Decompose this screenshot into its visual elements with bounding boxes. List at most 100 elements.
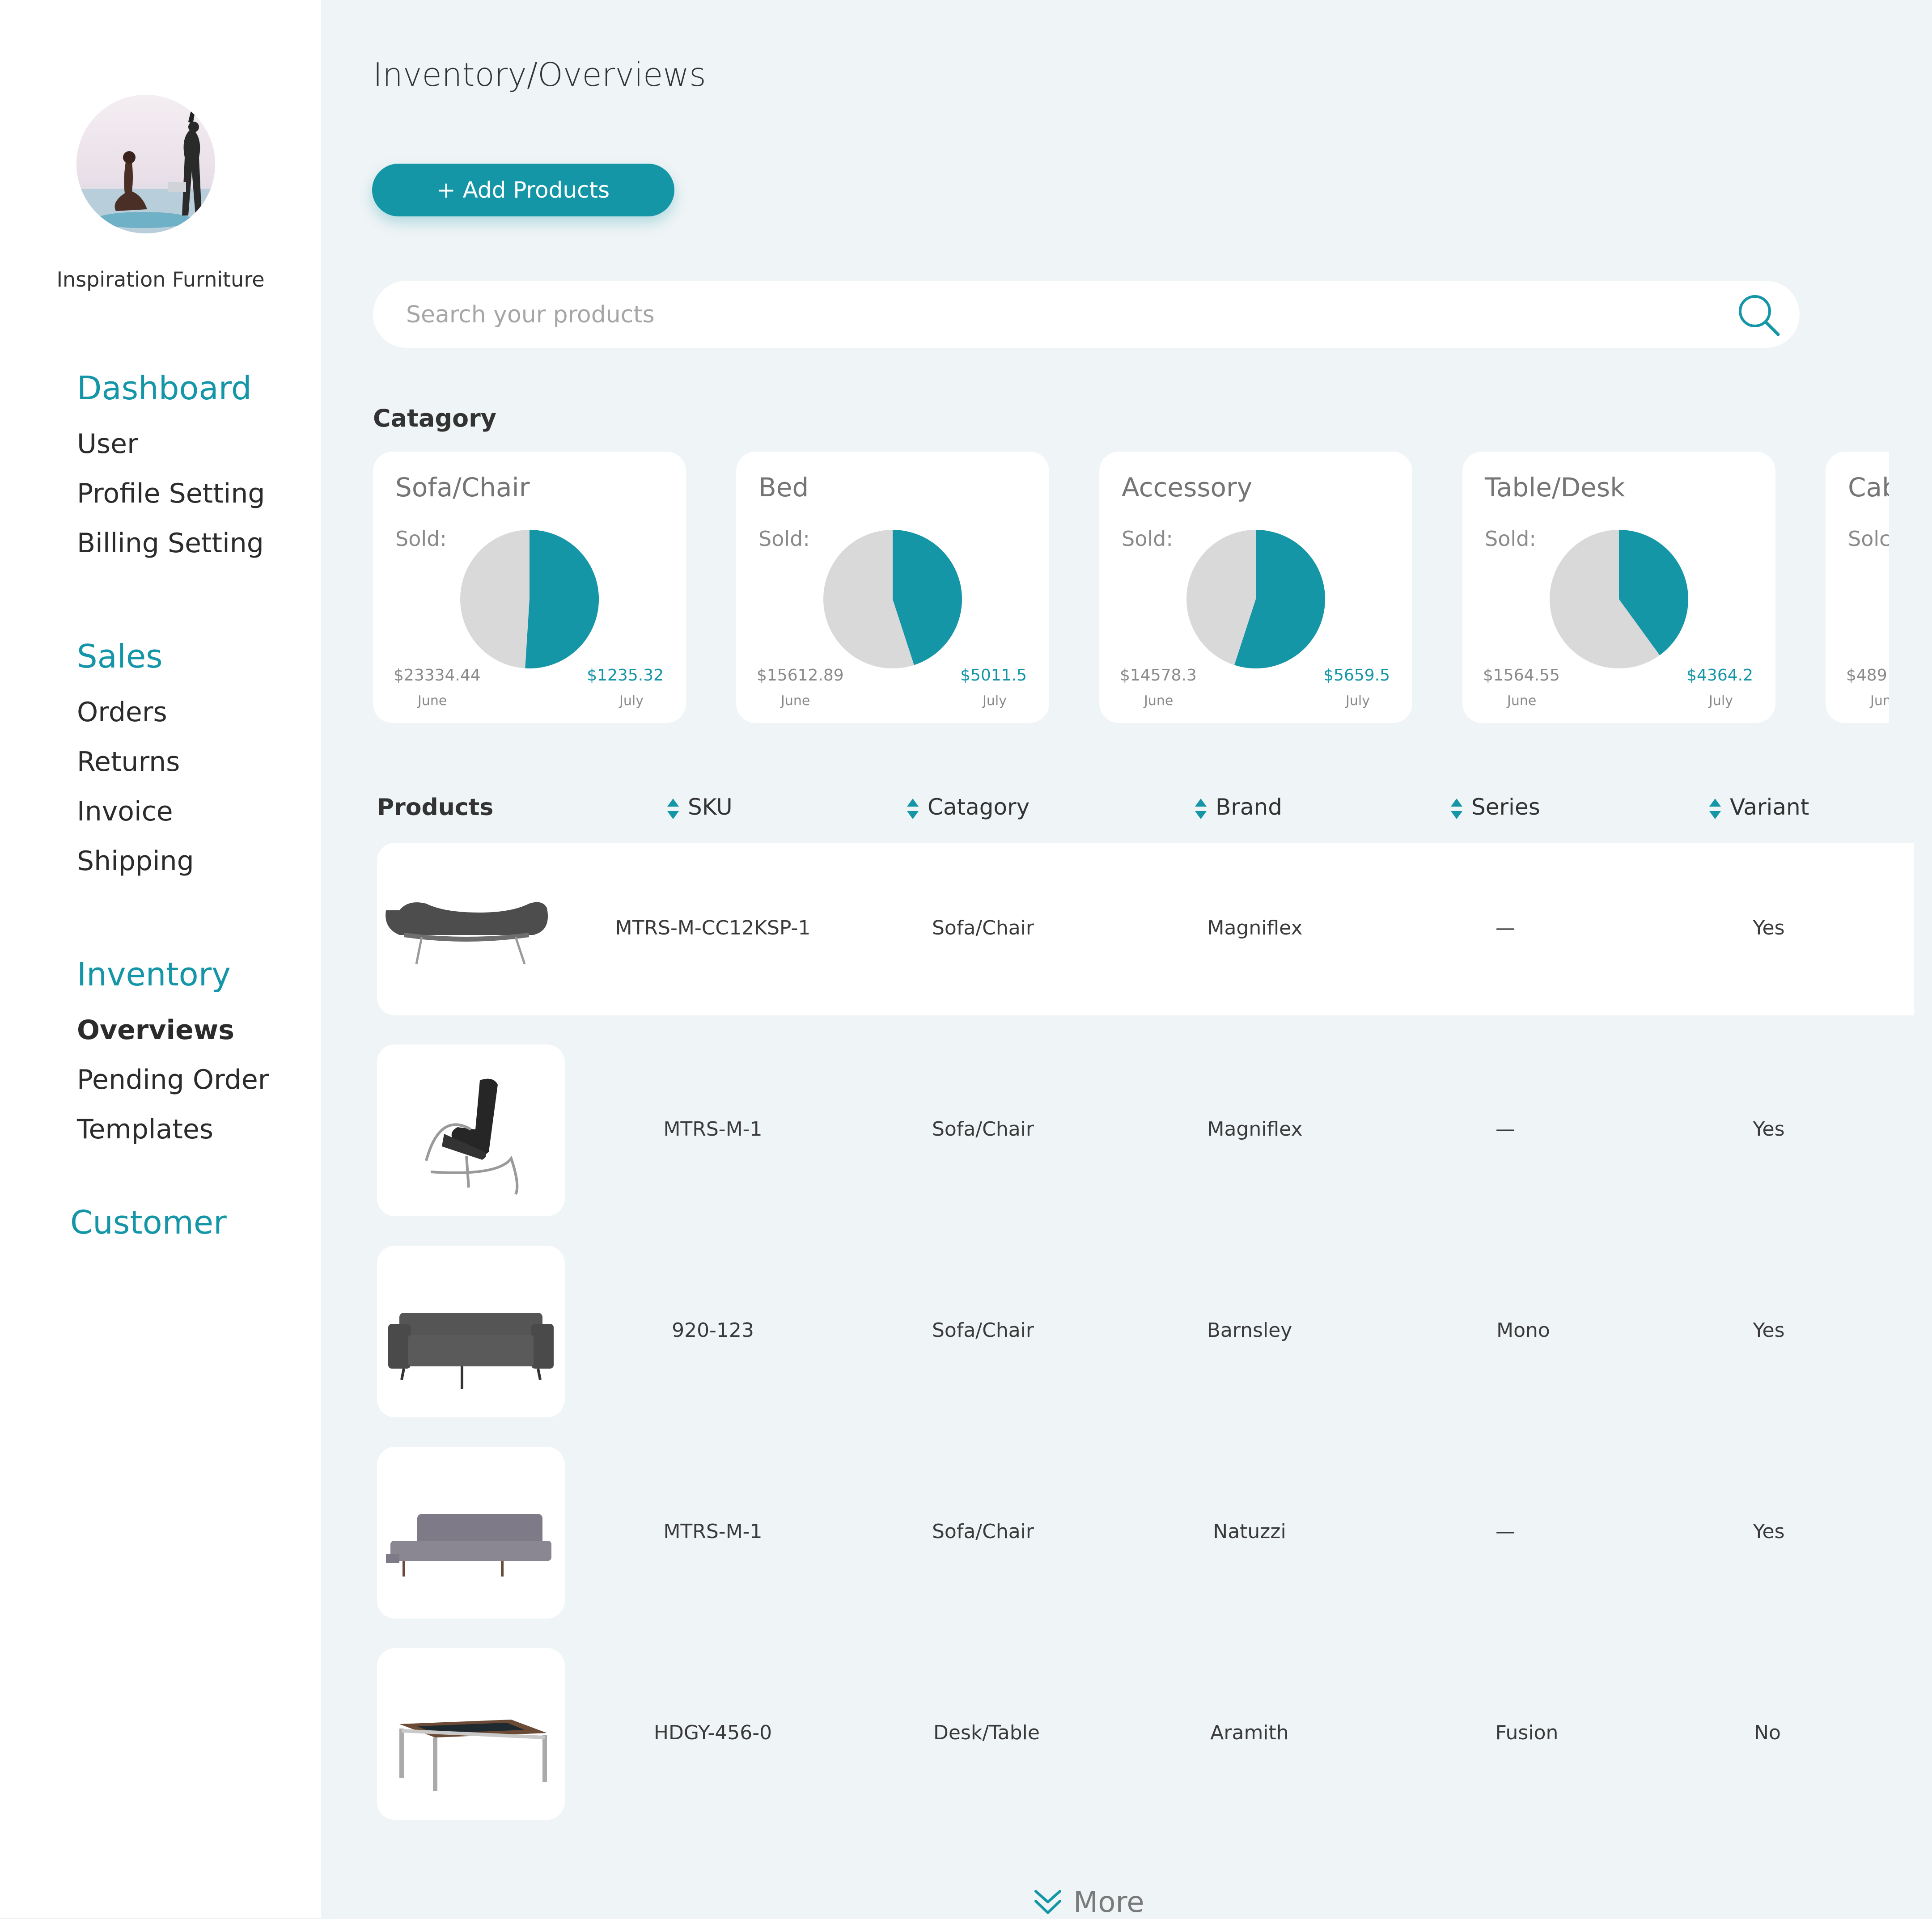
july-value: $4364.2 [1686,666,1753,685]
cell-category: Sofa/Chair [932,1520,1034,1543]
nav-item-overviews[interactable]: Overviews [77,1014,234,1046]
june-label: June [1507,693,1537,709]
sort-icon[interactable] [1450,798,1463,820]
nav-item-profile-setting[interactable]: Profile Setting [77,478,265,509]
sales-pie-chart [1550,530,1688,668]
category-card[interactable]: Bed Sold: $15612.89 $5011.5 June July [736,452,1049,723]
col-header-variant[interactable]: Variant [1708,794,1809,820]
cell-brand: Magniflex [1207,1118,1303,1141]
sold-label: Solc [1848,527,1889,551]
col-header-brand[interactable]: Brand [1194,794,1282,820]
cell-series: — [1496,917,1515,939]
cell-brand: Barnsley [1207,1319,1292,1342]
cell-brand: Aramith [1210,1721,1289,1744]
store-avatar[interactable] [76,95,215,233]
nav-item-user[interactable]: User [77,428,138,460]
june-value: $489 [1846,666,1887,685]
category-card[interactable]: Cab Solc $489 Jun [1826,452,1889,723]
category-card[interactable]: Accessory Sold: $14578.3 $5659.5 June Ju… [1099,452,1412,723]
modern-sofa-icon [386,902,548,964]
cell-brand: Magniflex [1207,917,1303,939]
pool-dining-table-icon [399,1720,547,1791]
july-value: $5011.5 [960,666,1027,685]
nav-item-invoice[interactable]: Invoice [77,796,173,827]
june-label: June [1144,693,1174,709]
double-chevron-down-icon [1034,1890,1061,1914]
search-icon[interactable] [1734,291,1784,340]
cell-series: Mono [1496,1319,1550,1342]
nav-item-returns[interactable]: Returns [77,746,180,778]
grey-sofa-icon [388,1313,554,1389]
june-label: June [418,693,447,709]
product-thumbnail[interactable] [377,1447,565,1619]
nav-sales[interactable]: Sales [77,638,163,675]
sort-icon[interactable] [1194,798,1208,820]
july-label: July [1709,693,1733,709]
col-header-label: Catagory [928,794,1030,820]
july-value: $1235.32 [587,666,664,685]
search-input[interactable] [405,298,1704,332]
cell-variant: No [1754,1721,1781,1744]
cell-variant: Yes [1753,1118,1785,1141]
july-label: July [619,693,644,709]
july-label: July [1346,693,1370,709]
cell-category: Desk/Table [933,1721,1040,1744]
category-card[interactable]: Sofa/Chair Sold: $23334.44 $1235.32 June… [373,452,686,723]
product-thumbnail[interactable] [377,843,565,1015]
june-value: $23334.44 [394,666,481,685]
june-label: June [781,693,810,709]
sold-label: Sold: [1485,527,1536,551]
category-card[interactable]: Table/Desk Sold: $1564.55 $4364.2 June J… [1462,452,1775,723]
category-name: Bed [758,472,809,503]
col-header-series[interactable]: Series [1450,794,1540,820]
col-header-products: Products [377,794,494,821]
june-value: $1564.55 [1483,666,1560,685]
nav-item-shipping[interactable]: Shipping [77,845,194,877]
category-name: Accessory [1122,472,1253,503]
col-header-label: Brand [1216,794,1282,820]
product-thumbnail[interactable] [377,1648,565,1820]
nav-customer[interactable]: Customer [70,1204,227,1241]
col-header-category[interactable]: Catagory [906,794,1030,820]
add-products-button[interactable]: + Add Products [372,164,674,216]
product-thumbnail[interactable] [377,1044,565,1216]
nav-item-billing-setting[interactable]: Billing Setting [77,528,264,559]
search-bar [373,281,1800,348]
nav-dashboard[interactable]: Dashboard [77,369,252,407]
nav-item-templates[interactable]: Templates [77,1114,213,1145]
col-header-sku[interactable]: SKU [666,794,733,820]
cell-brand: Natuzzi [1213,1520,1286,1543]
sales-pie-chart [823,530,962,668]
cell-sku: MTRS-M-1 [663,1520,763,1543]
sold-label: Sold: [758,527,810,551]
cell-series: — [1496,1520,1515,1543]
cell-variant: Yes [1753,1319,1785,1342]
sort-icon[interactable] [906,798,919,820]
sofa-bed-icon [386,1514,551,1577]
sort-icon[interactable] [666,798,680,820]
page-title: Inventory/Overviews [373,56,706,93]
category-name: Table/Desk [1485,472,1625,503]
cell-category: Sofa/Chair [932,1118,1034,1141]
category-section-title: Catagory [373,404,496,432]
cell-sku: MTRS-M-CC12KSP-1 [615,917,811,939]
sold-label: Sold: [395,527,447,551]
nav-item-orders[interactable]: Orders [77,697,167,728]
sales-pie-chart [1186,530,1325,668]
june-value: $15612.89 [757,666,844,685]
cell-variant: Yes [1753,917,1785,939]
product-thumbnail[interactable] [377,1246,565,1417]
more-label: More [1073,1886,1144,1919]
more-button[interactable]: More [1033,1886,1144,1919]
nav-inventory[interactable]: Inventory [77,955,231,993]
col-header-label: Series [1471,794,1540,820]
july-label: July [983,693,1007,709]
cell-variant: Yes [1753,1520,1785,1543]
col-header-label: SKU [688,794,733,820]
sort-icon[interactable] [1708,798,1722,820]
cell-sku: MTRS-M-1 [663,1118,763,1141]
cell-sku: HDGY-456-0 [653,1721,772,1744]
category-name: Cab [1848,472,1889,503]
nav-item-pending-order[interactable]: Pending Order [77,1064,269,1095]
cell-sku: 920-123 [672,1319,754,1342]
